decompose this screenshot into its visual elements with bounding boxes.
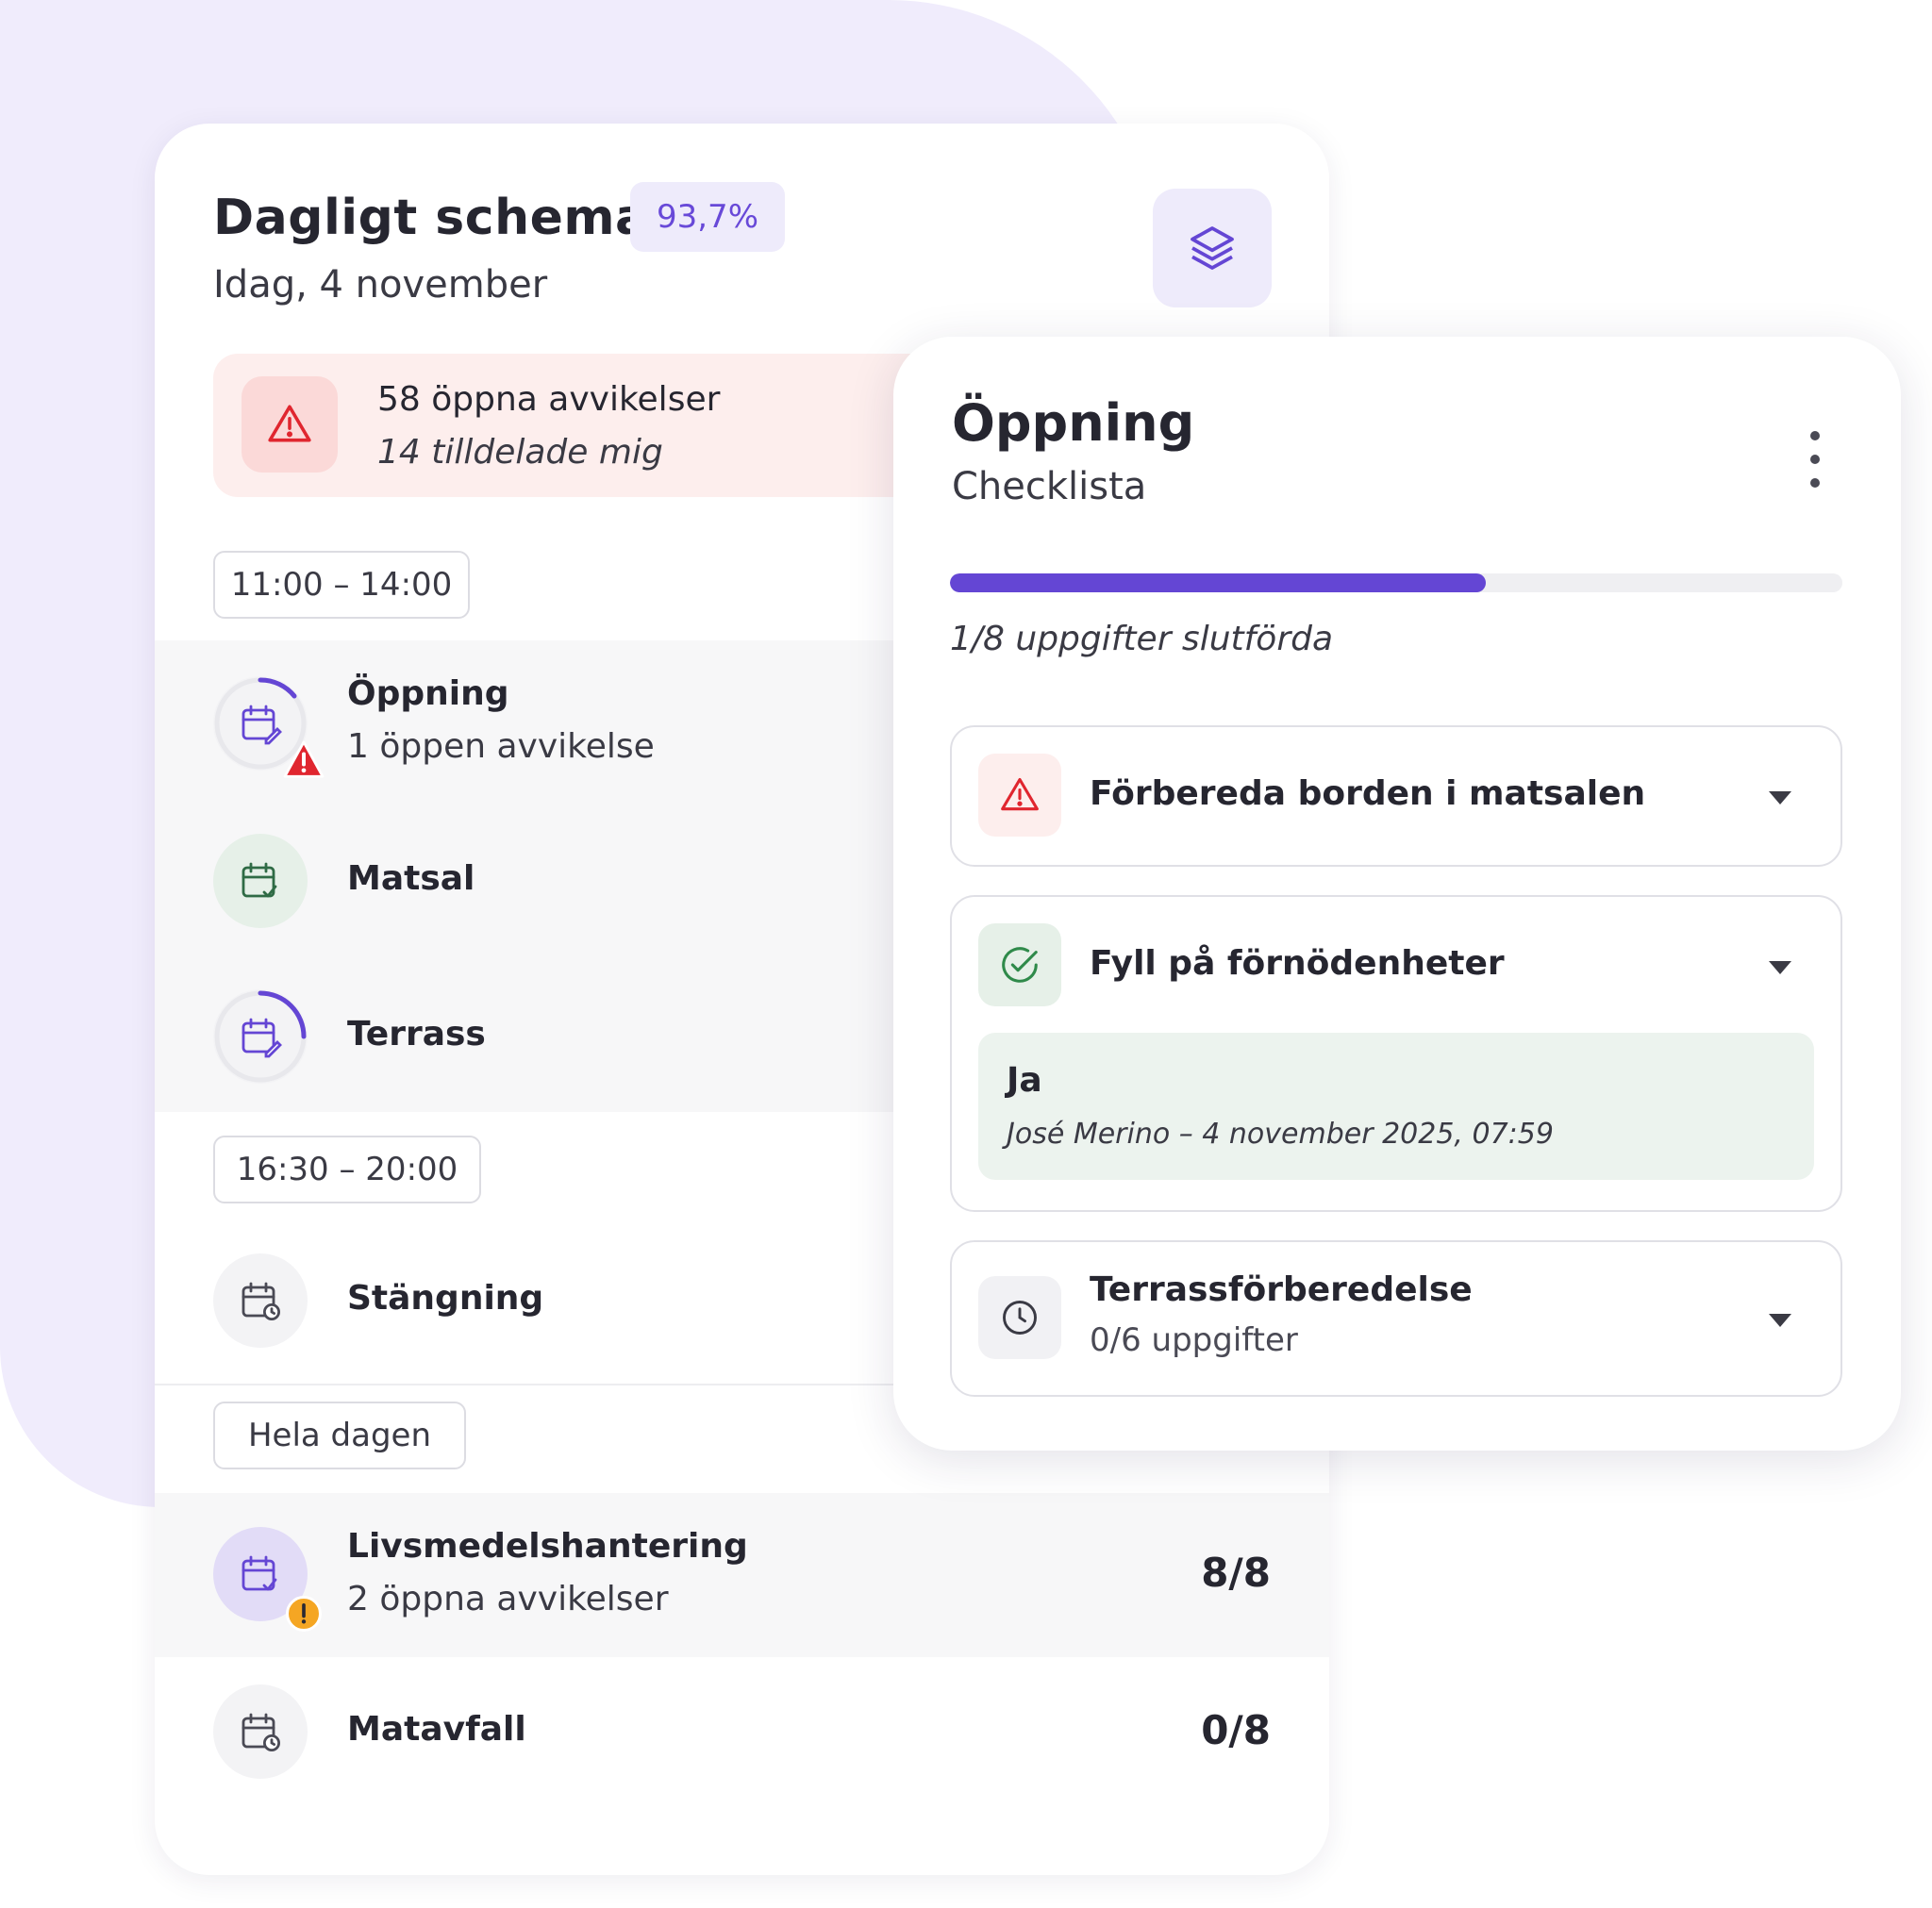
calendar-check-icon bbox=[242, 862, 277, 898]
completion-badge: 93,7% bbox=[630, 182, 785, 252]
clock-icon bbox=[1003, 1301, 1037, 1335]
task-title: Fyll på förnödenheter bbox=[1090, 944, 1505, 983]
row-icon-livsmedelshantering[interactable] bbox=[213, 1527, 322, 1632]
row-subtitle-oppning: 1 öppen avvikelse bbox=[347, 727, 655, 766]
chevron-down-icon[interactable] bbox=[1769, 961, 1791, 974]
more-options-icon[interactable] bbox=[1801, 431, 1829, 488]
chevron-down-icon[interactable] bbox=[1769, 1314, 1791, 1327]
row-title-matsal[interactable]: Matsal bbox=[347, 859, 475, 898]
task-title: Terrassförberedelse bbox=[1090, 1270, 1473, 1309]
group-section-background bbox=[155, 1493, 1329, 1657]
row-icon-matavfall[interactable] bbox=[213, 1684, 308, 1779]
row-title-oppning[interactable]: Öppning bbox=[347, 674, 509, 713]
row-icon-terrass[interactable] bbox=[213, 989, 308, 1084]
checklist-subtitle: Checklista bbox=[952, 465, 1147, 508]
alert-subtitle: 14 tilldelade mig bbox=[377, 433, 663, 472]
task-card-terrassforberedelse[interactable]: Terrassförberedelse 0/6 uppgifter bbox=[950, 1240, 1842, 1397]
row-count-matavfall: 0/8 bbox=[1201, 1707, 1271, 1753]
checklist-title: Öppning bbox=[952, 393, 1195, 453]
progress-fill bbox=[950, 573, 1486, 592]
alert-icon-box bbox=[242, 376, 338, 473]
layers-button[interactable] bbox=[1153, 189, 1272, 307]
schedule-title: Dagligt schema bbox=[213, 190, 649, 246]
row-title-terrass[interactable]: Terrass bbox=[347, 1015, 486, 1054]
task-title: Förbereda borden i matsalen bbox=[1090, 774, 1646, 813]
task-card-forbereda-borden[interactable]: Förbereda borden i matsalen bbox=[950, 725, 1842, 867]
alert-title: 58 öppna avvikelser bbox=[377, 380, 721, 419]
task-status-icon-box bbox=[978, 1276, 1061, 1359]
warning-triangle-icon bbox=[1001, 777, 1039, 811]
layers-icon bbox=[1191, 226, 1234, 270]
schedule-date: Idag, 4 november bbox=[213, 263, 548, 307]
time-slot-pill[interactable]: 11:00 – 14:00 bbox=[213, 551, 470, 619]
answer-meta: José Merino – 4 november 2025, 07:59 bbox=[1007, 1118, 1554, 1151]
calendar-check-icon bbox=[242, 1555, 277, 1591]
answer-value: Ja bbox=[1007, 1061, 1042, 1100]
time-slot-pill[interactable]: 16:30 – 20:00 bbox=[213, 1136, 481, 1203]
row-title-livsmedelshantering[interactable]: Livsmedelshantering bbox=[347, 1527, 748, 1566]
checklist-card: Öppning Checklista 1/8 uppgifter slutför… bbox=[893, 337, 1901, 1451]
warning-circle-icon bbox=[286, 1596, 322, 1632]
checklist-progress-bar bbox=[950, 573, 1842, 592]
row-count-livsmedelshantering: 8/8 bbox=[1201, 1550, 1271, 1596]
task-subtitle: 0/6 uppgifter bbox=[1090, 1321, 1298, 1359]
row-title-matavfall[interactable]: Matavfall bbox=[347, 1710, 526, 1749]
error-triangle-icon bbox=[283, 740, 325, 778]
chevron-down-icon[interactable] bbox=[1769, 791, 1791, 805]
progress-ring bbox=[214, 990, 307, 1083]
task-status-icon-box bbox=[978, 754, 1061, 837]
row-icon-stangning[interactable] bbox=[213, 1253, 308, 1348]
time-slot-pill[interactable]: Hela dagen bbox=[213, 1402, 466, 1469]
task-card-fyll-pa[interactable]: Fyll på förnödenheter Ja José Merino – 4… bbox=[950, 895, 1842, 1212]
task-answer: Ja José Merino – 4 november 2025, 07:59 bbox=[978, 1033, 1814, 1180]
row-title-stangning[interactable]: Stängning bbox=[347, 1279, 543, 1318]
row-icon-oppning[interactable] bbox=[213, 676, 325, 778]
row-icon-matsal[interactable] bbox=[213, 834, 308, 928]
task-status-icon-box bbox=[978, 923, 1061, 1006]
warning-triangle-icon bbox=[268, 405, 311, 442]
check-circle-icon bbox=[1002, 947, 1038, 983]
row-subtitle-livsmedelshantering: 2 öppna avvikelser bbox=[347, 1580, 669, 1618]
calendar-clock-icon bbox=[242, 1713, 280, 1751]
calendar-clock-icon bbox=[242, 1282, 280, 1320]
progress-text: 1/8 uppgifter slutförda bbox=[950, 620, 1334, 658]
